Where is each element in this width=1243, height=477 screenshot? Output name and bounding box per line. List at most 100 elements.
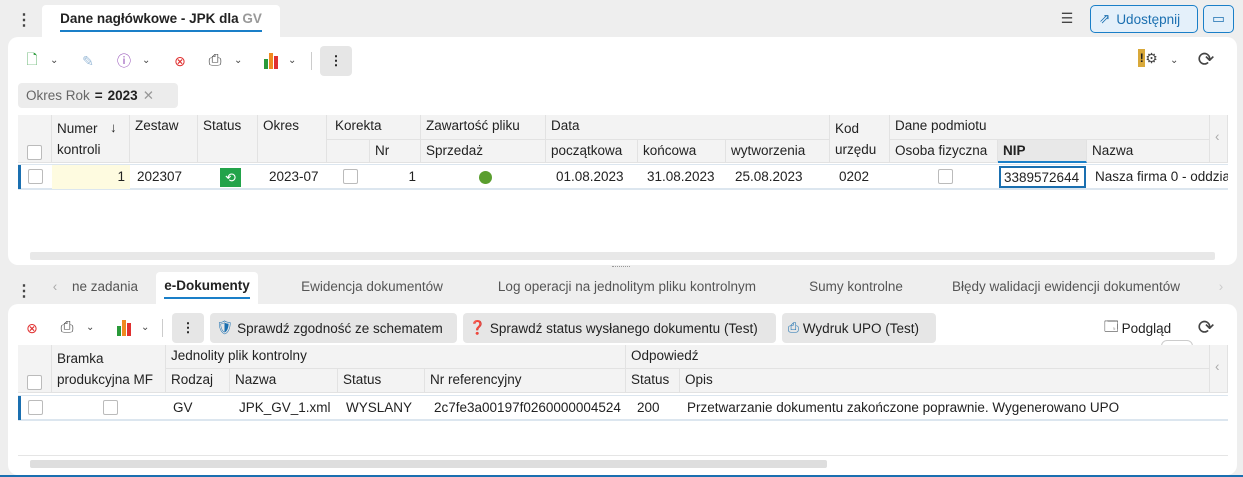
header-nr-referencyjny[interactable]: Nr referencyjny [425, 369, 626, 393]
header-zestaw[interactable]: Zestaw [130, 115, 198, 163]
header-status[interactable]: Status [338, 369, 425, 393]
cell-wytworzenia[interactable]: 25.08.2023 [730, 165, 830, 189]
cell-nr[interactable]: 1 [370, 165, 421, 189]
question-document-icon: ❓ [469, 320, 486, 335]
filter-operator: = [94, 88, 103, 103]
tab-bledy-walidacji[interactable]: Błędy walidacji ewidencji dokumentów [940, 273, 1192, 303]
header-nip[interactable]: NIP [998, 140, 1087, 163]
header-okres[interactable]: Okres [258, 115, 327, 163]
cell-odp-status[interactable]: 200 [632, 396, 680, 420]
cell-zestaw[interactable]: 202307 [132, 165, 198, 189]
header-nr[interactable]: Nr [370, 140, 421, 163]
filter-chip[interactable]: Okres Rok = 2023 ✕ [18, 83, 178, 108]
cell-poczatkowa[interactable]: 01.08.2023 [551, 165, 638, 189]
tab-ewidencja[interactable]: Ewidencja dokumentów [290, 273, 454, 303]
more-actions-button[interactable]: ⋮ [320, 46, 352, 76]
header-wytworzenia[interactable]: wytworzenia [726, 140, 830, 163]
refresh-icon[interactable]: ⟳ [1194, 47, 1218, 71]
comment-button[interactable]: ▭ [1203, 5, 1234, 33]
tab-zadania[interactable]: ne zadania [64, 273, 146, 303]
tabs-scroll-right-icon[interactable]: › [1214, 273, 1228, 303]
print-upo-button[interactable]: ⎙ Wydruk UPO (Test) [782, 313, 936, 343]
settings-warning-icon[interactable]: ! ⚙ [1133, 46, 1163, 70]
header-odp-status[interactable]: Status [626, 369, 680, 393]
print-dropdown-chevron-icon[interactable]: ⌄ [86, 322, 94, 333]
filter-remove-icon[interactable]: ✕ [143, 88, 154, 104]
scroll-left-icon[interactable]: ‹ [1210, 115, 1228, 163]
cell-status[interactable]: WYSLANY [341, 396, 425, 420]
header-kod-urzedu[interactable]: Kod urzędu [830, 115, 890, 163]
bottom-horizontal-scrollbar[interactable] [30, 460, 827, 468]
header-select-all [18, 345, 52, 393]
preview-button[interactable]: 🗔 Podgląd [1104, 316, 1171, 340]
cell-nazwa[interactable]: Nasza firma 0 - oddział [1090, 165, 1228, 189]
tab-sumy-kontrolne[interactable]: Sumy kontrolne [800, 273, 912, 303]
select-all-checkbox[interactable] [27, 145, 42, 160]
add-dropdown-chevron-icon[interactable]: ⌄ [50, 55, 58, 66]
top-menu-kebab[interactable]: ⋮ [16, 10, 32, 30]
osoba-checkbox[interactable] [938, 169, 953, 184]
edit-document-icon[interactable]: ✎ [78, 50, 98, 72]
tabs-scroll-left-icon[interactable]: ‹ [48, 273, 62, 303]
refresh-icon[interactable]: ⟳ [1194, 315, 1218, 339]
sprzedaz-dot-icon [479, 171, 492, 184]
check-status-button[interactable]: ❓ Sprawdź status wysłanego dokumentu (Tes… [463, 313, 776, 343]
cell-opis[interactable]: Przetwarzanie dokumentu zakończone popra… [682, 396, 1210, 420]
sort-desc-icon[interactable]: ↓ [110, 117, 117, 138]
header-dane-podmiotu: Dane podmiotu [890, 115, 1210, 140]
header-status[interactable]: Status [198, 115, 258, 163]
add-document-icon[interactable]: 🗋 [22, 50, 42, 72]
chart-dropdown-chevron-icon[interactable]: ⌄ [288, 55, 296, 66]
bottom-menu-kebab[interactable]: ⋮ [16, 281, 32, 301]
header-sprzedaz[interactable]: Sprzedaż [421, 140, 546, 163]
row-checkbox[interactable] [28, 400, 43, 415]
cell-koncowa[interactable]: 31.08.2023 [642, 165, 726, 189]
shield-document-icon: 🛡 [216, 320, 234, 335]
chart-dropdown-chevron-icon[interactable]: ⌄ [141, 322, 149, 333]
info-dropdown-chevron-icon[interactable]: ⌄ [142, 55, 150, 66]
print-icon[interactable]: ⎙ [56, 317, 78, 339]
header-korekta-flag[interactable] [327, 140, 370, 163]
header-koncowa[interactable]: końcowa [638, 140, 726, 163]
share-button[interactable]: ⇗ Udostępnij [1090, 5, 1198, 33]
korekta-checkbox[interactable] [343, 169, 358, 184]
more-actions-button[interactable]: ⋮ [172, 313, 204, 343]
header-numer[interactable]: Numer kontroli ↓ [52, 115, 130, 163]
cell-nazwa[interactable]: JPK_GV_1.xml [234, 396, 338, 420]
comment-icon: ▭ [1212, 11, 1225, 26]
header-osoba[interactable]: Osoba fizyczna [890, 140, 998, 163]
tab-dane-naglowkowe[interactable]: Dane nagłówkowe - JPK dla GV [42, 5, 280, 37]
cell-okres[interactable]: 2023-07 [264, 165, 327, 189]
status-sent-icon: ⟲ [220, 168, 241, 187]
cell-numer[interactable]: 1 [52, 165, 130, 189]
top-horizontal-scrollbar[interactable] [30, 252, 1215, 260]
tab-log-operacji[interactable]: Log operacji na jednolitym pliku kontrol… [484, 273, 770, 303]
tree-list-icon[interactable]: ☰ [1057, 8, 1077, 28]
cell-nip[interactable]: 3389572644 [999, 166, 1086, 188]
tab-e-dokumenty[interactable]: e-Dokumenty [156, 272, 258, 304]
header-opis[interactable]: Opis [680, 369, 1210, 393]
header-rodzaj[interactable]: Rodzaj [166, 369, 230, 393]
header-bramka[interactable]: Bramka produkcyjna MF [52, 345, 166, 393]
document-info-icon[interactable]: ⓘ [114, 50, 134, 72]
cell-rodzaj[interactable]: GV [168, 396, 230, 420]
print-dropdown-chevron-icon[interactable]: ⌄ [234, 55, 242, 66]
cell-kod[interactable]: 0202 [834, 165, 890, 189]
delete-document-icon[interactable]: ⊗ [170, 50, 190, 72]
chart-icon[interactable] [113, 317, 135, 339]
header-nazwa[interactable]: Nazwa [1087, 140, 1210, 163]
print-icon[interactable]: ⎙ [204, 50, 226, 72]
delete-document-icon[interactable]: ⊗ [22, 317, 42, 339]
header-poczatkowa[interactable]: początkowa [546, 140, 638, 163]
cell-nr-referencyjny[interactable]: 2c7fe3a00197f0260000004524 [429, 396, 626, 420]
header-nazwa[interactable]: Nazwa [230, 369, 338, 393]
settings-dropdown-chevron-icon[interactable]: ⌄ [1170, 55, 1178, 66]
row-checkbox[interactable] [28, 169, 43, 184]
scroll-left-icon[interactable]: ‹ [1210, 345, 1228, 393]
select-all-checkbox[interactable] [27, 375, 42, 390]
preview-icon: 🗔 [1104, 318, 1119, 334]
bramka-checkbox[interactable] [103, 400, 118, 415]
check-schema-button[interactable]: 🛡 Sprawdź zgodność ze schematem [210, 313, 457, 343]
chart-icon[interactable] [260, 50, 282, 72]
splitter-handle[interactable] [612, 266, 630, 269]
